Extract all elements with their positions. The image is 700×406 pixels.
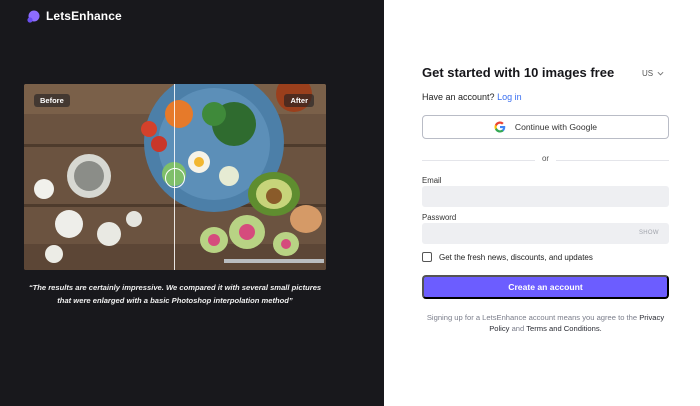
google-icon	[494, 121, 506, 133]
after-label: After	[284, 94, 314, 107]
before-label: Before	[34, 94, 70, 107]
show-password-button[interactable]: SHOW	[639, 230, 659, 236]
page-title: Get started with 10 images free	[422, 65, 615, 80]
create-account-button[interactable]: Create an account	[422, 275, 669, 299]
logo-icon	[27, 10, 40, 23]
have-account-row: Have an account? Log in	[422, 92, 522, 102]
google-signin-button[interactable]: Continue with Google	[422, 115, 669, 139]
terms-link[interactable]: Terms and Conditions.	[526, 324, 602, 333]
email-label: Email	[422, 176, 442, 185]
before-after-image[interactable]: Before After	[24, 84, 326, 270]
password-field[interactable]	[422, 223, 669, 244]
language-selector[interactable]: US	[642, 69, 664, 78]
have-account-text: Have an account?	[422, 92, 495, 102]
newsletter-row[interactable]: Get the fresh news, discounts, and updat…	[422, 252, 593, 262]
or-divider: or	[422, 154, 669, 166]
newsletter-checkbox[interactable]	[422, 252, 432, 262]
language-label: US	[642, 69, 654, 78]
login-link[interactable]: Log in	[497, 92, 522, 102]
terms-prefix: Signing up for a LetsEnhance account mea…	[426, 313, 638, 322]
or-text: or	[541, 154, 550, 163]
google-button-label: Continue with Google	[514, 122, 598, 132]
compare-handle[interactable]	[165, 168, 185, 188]
terms-and-text: and	[511, 324, 525, 333]
email-field[interactable]	[422, 186, 669, 207]
promo-panel: LetsEnhance Before After “The results ar…	[0, 0, 384, 406]
testimonial-quote: “The results are certainly impressive. W…	[28, 283, 322, 305]
brand-name: LetsEnhance	[46, 9, 122, 23]
logo[interactable]: LetsEnhance	[27, 9, 122, 23]
password-label: Password	[422, 213, 457, 222]
signup-panel: Get started with 10 images free US Have …	[384, 0, 700, 406]
newsletter-label: Get the fresh news, discounts, and updat…	[439, 252, 593, 262]
terms-notice: Signing up for a LetsEnhance account mea…	[422, 312, 669, 334]
chevron-down-icon	[657, 71, 664, 76]
